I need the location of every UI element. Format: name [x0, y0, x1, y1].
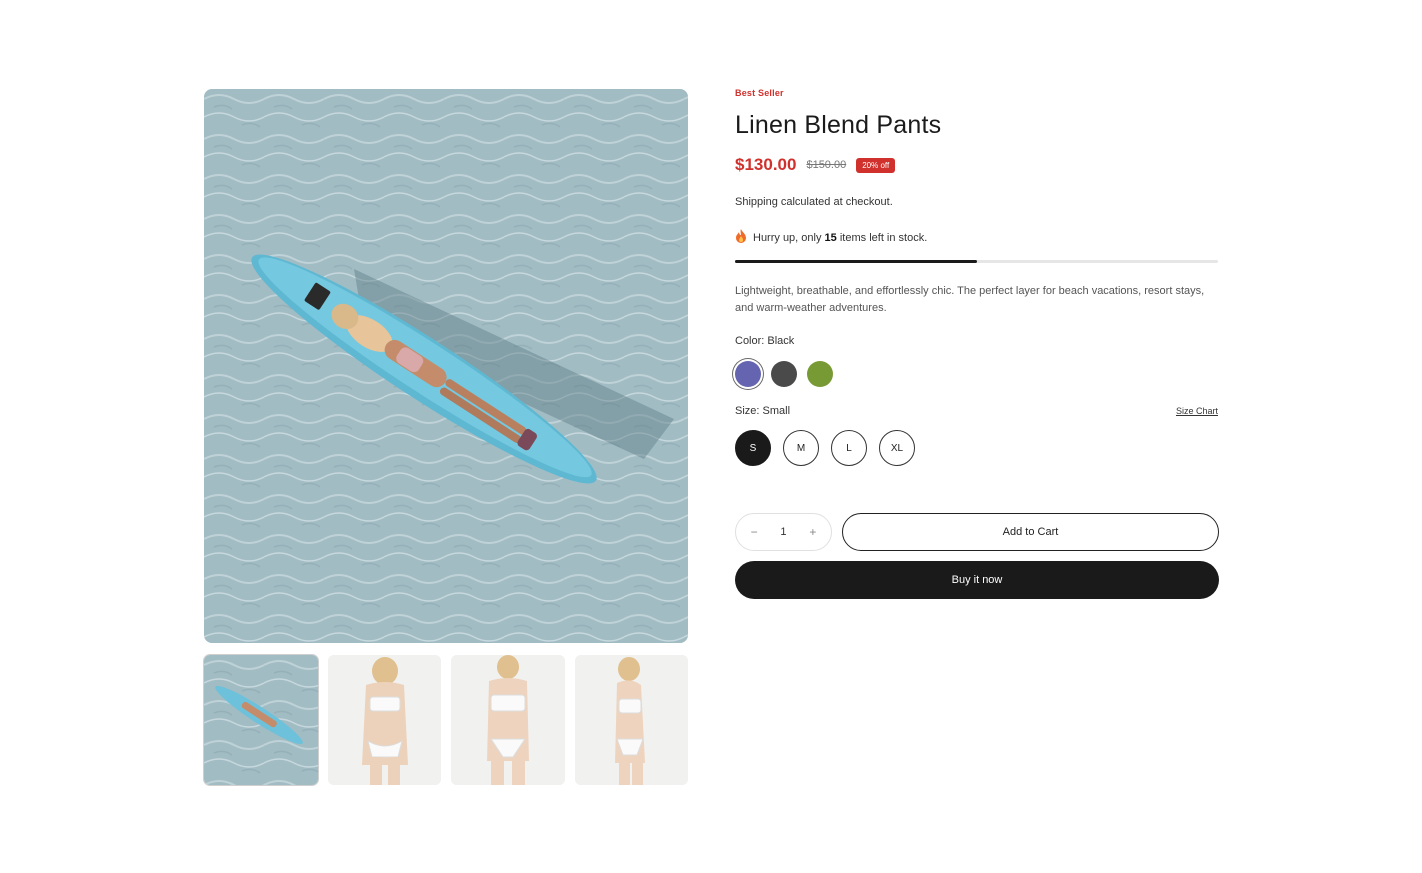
quantity-stepper: − 1 +: [735, 513, 832, 551]
color-swatches: [735, 361, 1219, 387]
fire-icon: [735, 229, 747, 246]
product-gallery: [203, 89, 688, 786]
sale-price: $130.00: [735, 155, 797, 174]
stock-count: 15: [824, 231, 837, 244]
thumbnail-3[interactable]: [451, 655, 565, 785]
stock-progress-bar: [735, 260, 1218, 263]
stock-notice: Hurry up, only 15 items left in stock.: [735, 229, 1219, 246]
size-chart-link[interactable]: Size Chart: [1176, 406, 1218, 416]
color-swatch-olive[interactable]: [807, 361, 833, 387]
main-product-image[interactable]: [204, 89, 688, 643]
buy-now-button[interactable]: Buy it now: [735, 561, 1219, 599]
size-option-m[interactable]: M: [783, 430, 819, 466]
thumbnail-2[interactable]: [327, 655, 441, 785]
product-description: Lightweight, breathable, and effortlessl…: [735, 285, 1205, 314]
quantity-increase-button[interactable]: +: [803, 525, 823, 539]
color-label: Color: Black: [735, 335, 795, 347]
compare-price: $150.00: [806, 159, 847, 171]
product-info: Best Seller Linen Blend Pants $130.00 $1…: [735, 88, 1219, 599]
quantity-decrease-button[interactable]: −: [744, 525, 764, 539]
shipping-note: Shipping calculated at checkout.: [735, 196, 893, 208]
stock-text: Hurry up, only 15 items left in stock.: [753, 231, 928, 244]
size-label: Size: Small: [735, 405, 791, 417]
thumbnail-strip: [203, 654, 688, 786]
size-option-xl[interactable]: XL: [879, 430, 915, 466]
color-label-row: Color: Black: [735, 335, 1218, 347]
add-to-cart-button[interactable]: Add to Cart: [842, 513, 1219, 551]
thumbnail-1[interactable]: [203, 654, 319, 786]
quantity-value[interactable]: 1: [780, 526, 786, 538]
best-seller-badge: Best Seller: [735, 88, 784, 98]
color-swatch-charcoal[interactable]: [771, 361, 797, 387]
price-row: $130.00 $150.00 20% off: [735, 155, 1219, 175]
product-title: Linen Blend Pants: [735, 111, 942, 139]
cart-row: − 1 + Add to Cart: [735, 513, 1219, 551]
stock-progress-fill: [735, 260, 977, 263]
size-options: S M L XL: [735, 430, 1219, 466]
thumbnail-4[interactable]: [574, 655, 688, 785]
size-option-l[interactable]: L: [831, 430, 867, 466]
size-option-s[interactable]: S: [735, 430, 771, 466]
color-swatch-purple[interactable]: [735, 361, 761, 387]
size-label-row: Size: Small Size Chart: [735, 405, 1218, 417]
discount-badge: 20% off: [856, 157, 896, 173]
